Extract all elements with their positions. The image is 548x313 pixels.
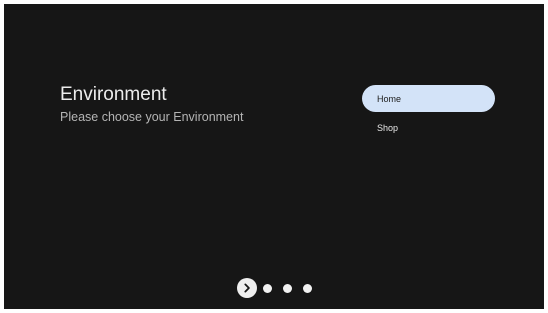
option-label: Home (377, 93, 402, 104)
step-dot (263, 283, 272, 293)
environment-options-list: Home Shop (362, 85, 495, 143)
page-subtitle: Please choose your Environment (60, 110, 244, 124)
step-dot (283, 283, 292, 293)
option-shop[interactable]: Shop (362, 114, 495, 141)
page-title: Environment (60, 84, 167, 105)
option-home[interactable]: Home (362, 85, 495, 112)
setup-screen: Environment Please choose your Environme… (4, 4, 544, 309)
chevron-right-icon (244, 283, 250, 293)
step-pager (237, 278, 312, 298)
step-dot (303, 283, 312, 293)
option-label: Shop (377, 122, 399, 133)
next-button[interactable] (237, 278, 257, 298)
